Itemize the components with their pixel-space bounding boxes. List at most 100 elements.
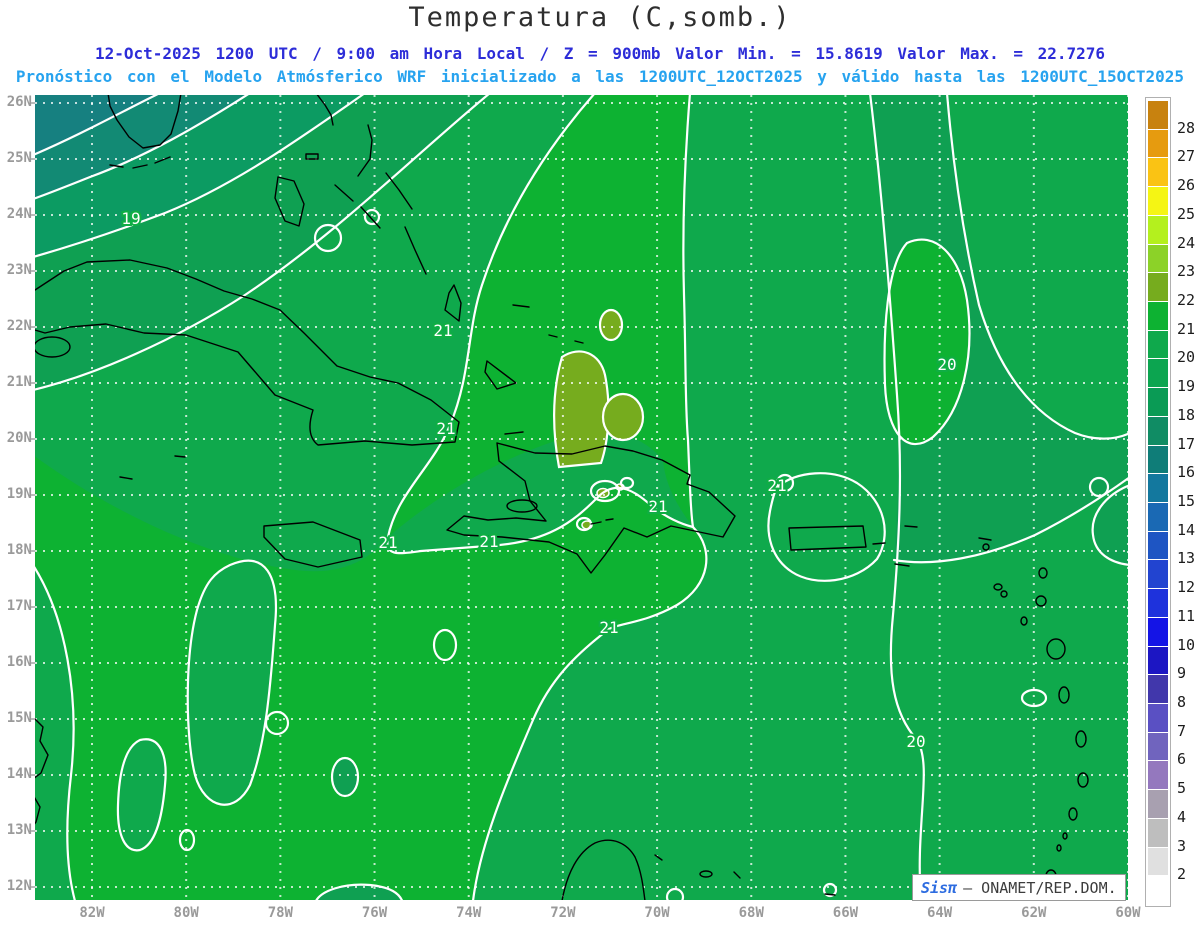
lon-tick-label: 74W [456, 905, 482, 921]
colorbar-cell [1148, 530, 1168, 560]
lon-tick-label: 82W [79, 905, 105, 921]
colorbar-level-label: 19 [1177, 377, 1196, 396]
map-area: 19 21 21 21 21 21 21 21 20 20 [35, 95, 1128, 900]
colorbar-cell [1148, 301, 1168, 330]
lat-tick-mark [31, 606, 35, 608]
page-title: Temperatura (C,somb.) [408, 2, 792, 33]
lat-tick-mark [31, 214, 35, 216]
colorbar-cell [1148, 502, 1168, 531]
lon-tick-label: 80W [173, 905, 199, 921]
colorbar-level-label: 26 [1177, 176, 1196, 195]
colorbar-level-label: 4 [1177, 807, 1187, 826]
lat-tick-label: 13N [6, 822, 32, 838]
contour-label-21: 21 [436, 419, 455, 438]
colorbar-level-label: 5 [1177, 779, 1187, 798]
colorbar-level-label: 9 [1177, 664, 1187, 683]
colorbar-cell [1148, 760, 1168, 790]
contour-label-21: 21 [433, 321, 452, 340]
contour-label-21: 21 [378, 533, 397, 552]
colorbar-level-label: 16 [1177, 463, 1196, 482]
colorbar-level-label: 18 [1177, 405, 1196, 424]
subtitle-model-run: Pronóstico con el Modelo Atmósferico WRF… [15, 67, 1185, 86]
colorbar-cell [1148, 243, 1168, 273]
colorbar-cell [1148, 875, 1168, 904]
colorbar-level-label: 10 [1177, 635, 1196, 654]
colorbar-cell [1148, 157, 1168, 187]
colorbar-level-label: 21 [1177, 319, 1196, 338]
lat-tick-label: 25N [6, 150, 32, 166]
colorbar-cell [1148, 214, 1168, 244]
colorbar-cell [1148, 703, 1168, 732]
colorbar-cell [1148, 731, 1168, 761]
lat-tick-label: 23N [6, 262, 32, 278]
colorbar-cell [1148, 415, 1168, 445]
lat-tick-label: 24N [6, 206, 32, 222]
colorbar-cell [1148, 846, 1168, 876]
colorbar-cell [1148, 645, 1168, 675]
colorbar-level-label: 3 [1177, 836, 1187, 855]
colorbar-level-label: 8 [1177, 693, 1187, 711]
lat-tick-label: 21N [6, 374, 32, 390]
colorbar-level-label: 17 [1177, 434, 1196, 453]
colorbar-cell [1148, 128, 1168, 158]
lon-tick-label: 66W [832, 905, 859, 921]
colorbar-cell [1148, 100, 1168, 129]
colorbar-cell [1148, 559, 1168, 589]
colorbar-cell [1148, 358, 1168, 388]
colorbar-cell [1148, 817, 1168, 847]
temperature-map: 19 21 21 21 21 21 21 21 20 20 [35, 95, 1128, 900]
lon-tick-label: 60W [1115, 905, 1141, 921]
colorbar-level-label: 15 [1177, 492, 1196, 510]
colorbar-level-label: 14 [1177, 520, 1196, 539]
colorbar-cell [1148, 444, 1168, 474]
colorbar-cell [1148, 473, 1168, 502]
colorbar-cell [1148, 789, 1168, 818]
colorbar-level-label: 7 [1177, 721, 1187, 740]
lat-tick-label: 15N [6, 710, 32, 726]
lat-tick-label: 12N [6, 878, 32, 894]
colorbar-level-label: 2 [1177, 865, 1187, 884]
colorbar-cell [1148, 387, 1168, 416]
colorbar-level-label: 24 [1177, 233, 1196, 252]
lat-tick-mark [31, 382, 35, 384]
contour-label-21: 21 [479, 532, 498, 551]
lat-tick-mark [31, 438, 35, 440]
lat-tick-mark [31, 774, 35, 776]
colorbar-level-label: 6 [1177, 750, 1187, 769]
colorbar-level-label: 12 [1177, 578, 1196, 597]
lon-tick-label: 62W [1021, 905, 1047, 921]
contour-label-20: 20 [937, 355, 956, 374]
lon-tick-label: 78W [267, 905, 293, 921]
lat-tick-label: 26N [6, 94, 32, 110]
colorbar-cell [1148, 588, 1168, 617]
colorbar-level-label: 11 [1177, 606, 1196, 625]
lat-tick-mark [31, 550, 35, 552]
lat-tick-label: 22N [6, 318, 32, 334]
lat-tick-mark [31, 886, 35, 888]
colorbar-cell [1148, 616, 1168, 646]
subtitle-validtime: 12-Oct-2025 1200 UTC / 9:00 am Hora Loca… [94, 44, 1106, 63]
lat-tick-mark [31, 494, 35, 496]
lat-tick-label: 20N [6, 430, 32, 446]
lon-tick-label: 70W [644, 905, 670, 921]
colorbar-level-label: 25 [1177, 204, 1196, 223]
colorbar-cell [1148, 674, 1168, 703]
lon-tick-label: 72W [550, 905, 576, 921]
colorbar-level-label: 22 [1177, 291, 1196, 309]
watermark-brand: Sisπ [921, 878, 958, 897]
lat-tick-mark [31, 270, 35, 272]
lat-tick-mark [31, 830, 35, 832]
lat-tick-label: 19N [6, 486, 32, 502]
lon-tick-label: 64W [926, 905, 953, 921]
colorbar-level-label: 13 [1177, 549, 1196, 568]
temperature-colorbar [1145, 97, 1171, 907]
lon-tick-label: 76W [361, 905, 388, 921]
contour-label-20: 20 [906, 732, 925, 751]
colorbar-cell [1148, 329, 1168, 359]
lat-tick-mark [31, 662, 35, 664]
lat-tick-label: 14N [6, 766, 32, 782]
lat-tick-label: 18N [6, 542, 32, 558]
contour-label-19: 19 [121, 209, 140, 228]
lat-tick-mark [31, 326, 35, 328]
watermark-box: Sisπ – ONAMET/REP.DOM. [912, 874, 1126, 901]
